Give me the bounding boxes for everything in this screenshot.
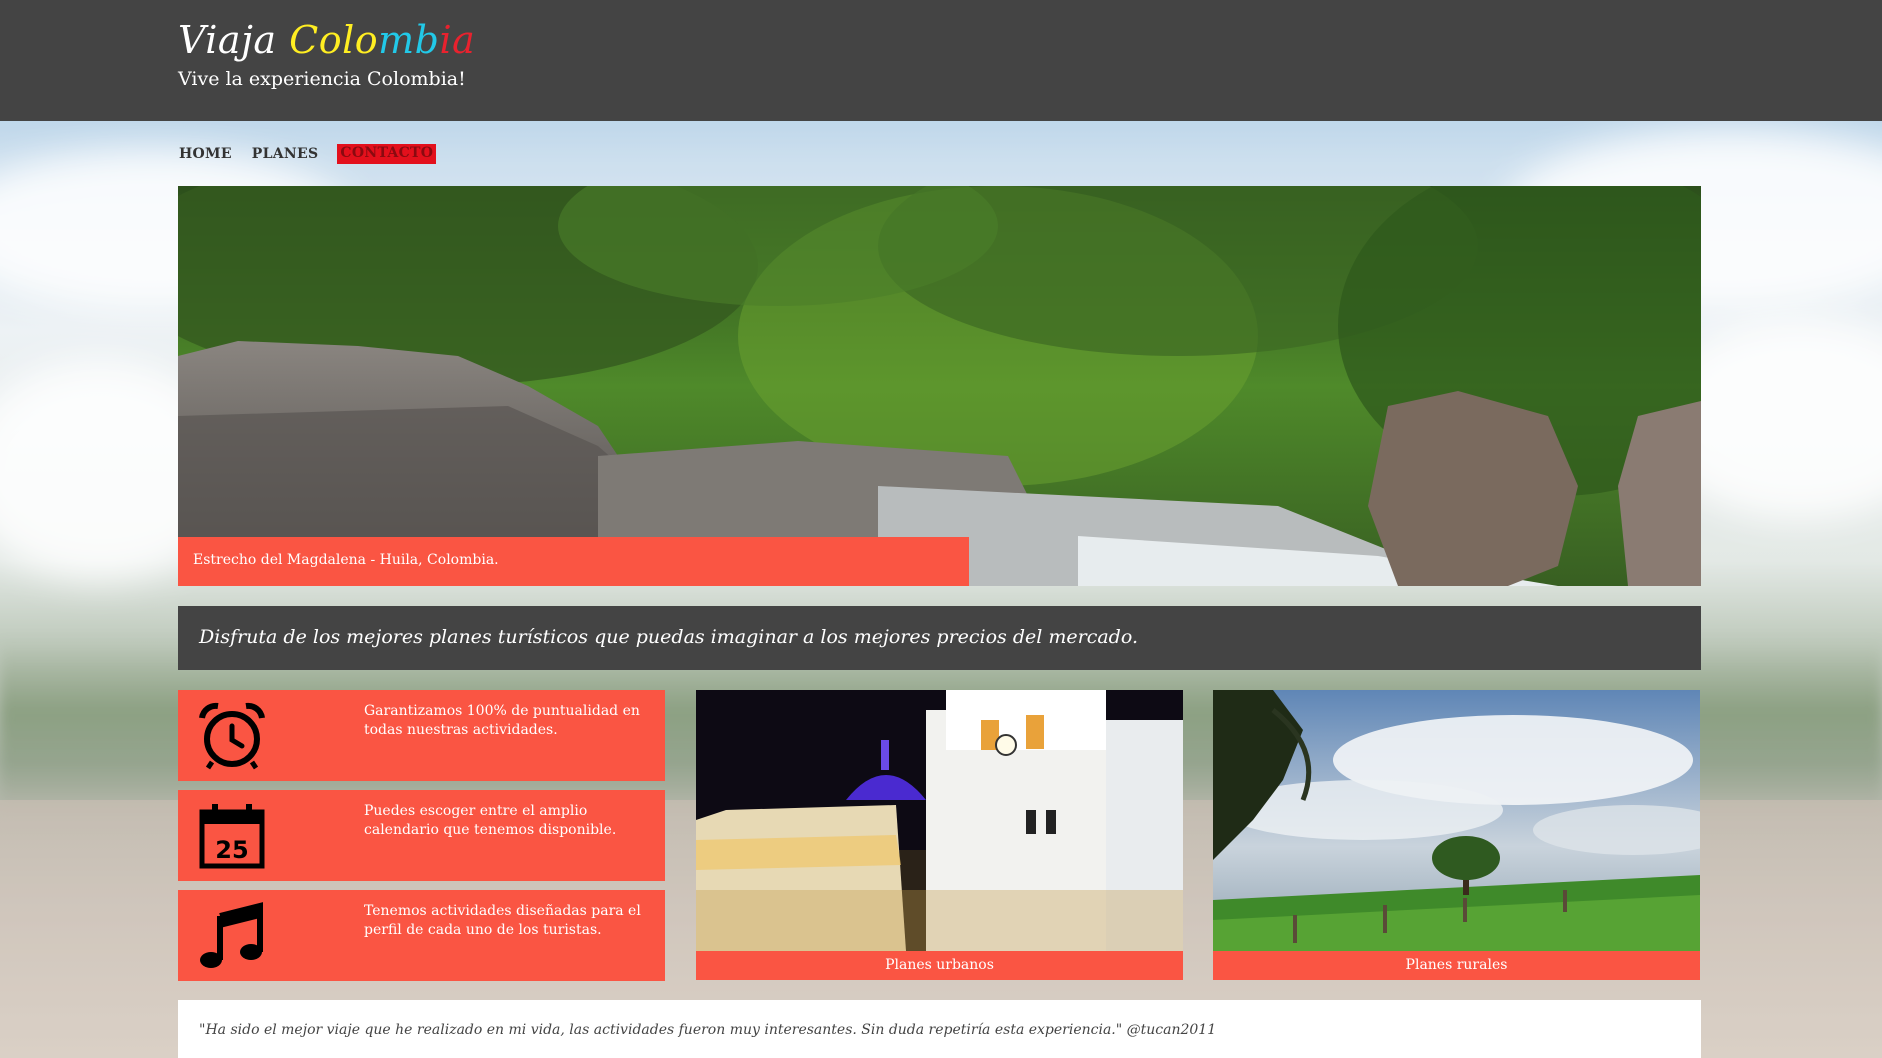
feature-calendar: 25 Puedes escoger entre el amplio calend…: [178, 790, 665, 881]
testimonial: "Ha sido el mejor viaje que he realizado…: [178, 1000, 1701, 1058]
site-header: Viaja Colombia Vive la experiencia Colom…: [0, 0, 1882, 121]
card-image-countryside: [1213, 690, 1700, 951]
nav-contacto[interactable]: CONTACTO: [337, 144, 437, 164]
promo-banner: Disfruta de los mejores planes turístico…: [178, 606, 1701, 670]
alarm-clock-icon: [199, 702, 265, 770]
hero-caption: Estrecho del Magdalena - Huila, Colombia…: [178, 537, 969, 586]
nav-home[interactable]: HOME: [178, 144, 233, 164]
feature-text: Garantizamos 100% de puntualidad en toda…: [364, 703, 640, 738]
main-nav: HOME PLANES CONTACTO: [178, 144, 454, 164]
nav-planes[interactable]: PLANES: [251, 144, 320, 164]
card-caption: Planes urbanos: [885, 957, 994, 973]
music-note-icon: [200, 902, 263, 968]
site-logo-title[interactable]: Viaja Colombia: [178, 18, 475, 62]
hero-image-river-canyon: [178, 186, 1701, 586]
feature-text: Tenemos actividades diseñadas para el pe…: [364, 903, 641, 938]
hero-slider[interactable]: Estrecho del Magdalena - Huila, Colombia…: [178, 186, 1701, 586]
calendar-icon: 25: [199, 804, 265, 869]
site-tagline: Vive la experiencia Colombia!: [178, 68, 466, 90]
card-planes-urbanos[interactable]: Planes urbanos: [696, 690, 1183, 980]
feature-profiles: Tenemos actividades diseñadas para el pe…: [178, 890, 665, 981]
card-planes-rurales[interactable]: Planes rurales: [1213, 690, 1700, 980]
card-image-church: [696, 690, 1183, 951]
calendar-icon-number: 25: [215, 836, 248, 864]
feature-text: Puedes escoger entre el amplio calendari…: [364, 803, 617, 838]
card-caption: Planes rurales: [1405, 957, 1508, 973]
feature-punctuality: Garantizamos 100% de puntualidad en toda…: [178, 690, 665, 781]
